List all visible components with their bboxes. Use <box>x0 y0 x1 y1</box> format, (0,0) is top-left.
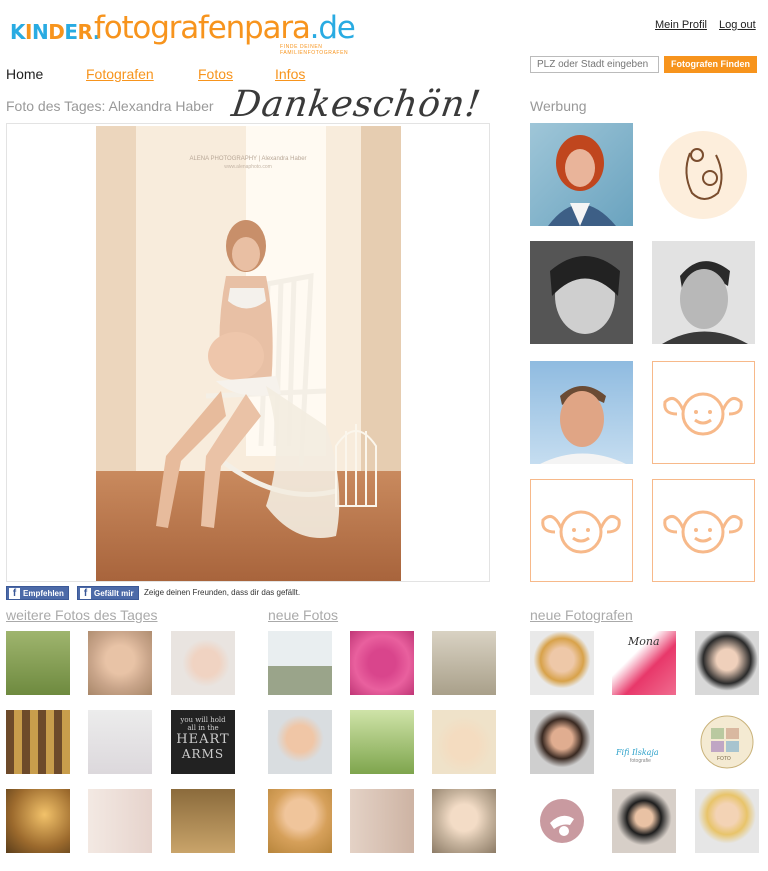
nav-home[interactable]: Home <box>6 66 43 82</box>
location-search-input[interactable] <box>530 56 659 73</box>
logo-letter: D <box>48 20 65 44</box>
photographer-thumb-woman-camera[interactable] <box>695 631 759 695</box>
logo-letter: E <box>64 20 78 44</box>
quote-line: you will hold <box>180 716 226 724</box>
stork-icon <box>540 799 584 843</box>
ad-placeholder-kid-logo[interactable] <box>652 361 755 464</box>
ad-placeholder-kid-logo[interactable] <box>652 479 755 582</box>
new-photographers-link[interactable]: neue Fotografen <box>530 607 633 623</box>
quote-line: all in the <box>187 724 219 732</box>
ads-title: Werbung <box>530 98 587 114</box>
photographer-thumb-fifi-logo[interactable]: Fifi Ilskaja fotografie <box>612 710 676 774</box>
logo-letter: R <box>77 20 93 44</box>
photographer-thumb-foto-collage[interactable]: FOTO <box>695 710 759 774</box>
photo-thumb-autumn-field[interactable] <box>6 789 70 853</box>
ad-bw-woman-portrait[interactable] <box>530 241 633 344</box>
watermark-line2: www.alenaphoto.com <box>224 164 272 170</box>
site-logo[interactable]: KINDER. fotografenpara.de FINDE DEINEN F… <box>10 10 380 56</box>
photo-thumb-girl-garden[interactable] <box>350 710 414 774</box>
photographer-thumb-blonde-woman[interactable] <box>530 631 594 695</box>
facebook-like-text: Zeige deinen Freunden, dass dir das gefä… <box>144 588 301 597</box>
ad-redhead-woman[interactable] <box>530 123 633 226</box>
kid-face-icon <box>663 510 743 554</box>
logo-domain-text: fotografenpara.de <box>94 10 356 46</box>
logo-letter: K <box>10 20 26 44</box>
nav-photographers[interactable]: Fotografen <box>86 66 154 82</box>
nav-info[interactable]: Infos <box>275 66 305 82</box>
ad-man-portrait[interactable] <box>530 361 633 464</box>
quote-line: ARMS <box>181 747 225 761</box>
photographer-thumb-blonde-camera[interactable] <box>695 789 759 853</box>
watermark-line1: ALENA PHOTOGRAPHY | Alexandra Haber <box>189 156 306 162</box>
photo-thumb-smiling-baby[interactable] <box>268 710 332 774</box>
facebook-icon: f <box>9 588 20 599</box>
photo-thumb-child-window[interactable] <box>6 710 70 774</box>
photo-thumb-baby-portrait[interactable] <box>171 631 235 695</box>
photo-thumb-girl-portrait[interactable] <box>432 789 496 853</box>
thanks-script-text: Dankeschön! <box>229 84 484 125</box>
my-profile-link[interactable]: Mein Profil <box>655 19 707 31</box>
photo-thumb-family-walk[interactable] <box>6 631 70 695</box>
ad-placeholder-kid-logo[interactable] <box>530 479 633 582</box>
facebook-like-button[interactable]: f Gefällt mir <box>77 586 139 600</box>
photo-thumb-child-hay[interactable] <box>171 789 235 853</box>
photo-thumb-pregnant-belly[interactable] <box>350 789 414 853</box>
photo-thumb-quote-heart-arms[interactable]: you will hold all in the HEART ARMS <box>171 710 235 774</box>
ad-bw-man-portrait[interactable] <box>652 241 755 344</box>
fifi-logo-text: Fifi Ilskaja <box>616 748 659 757</box>
nav-photos[interactable]: Fotos <box>198 66 233 82</box>
fifi-logo-subtext: fotografie <box>630 758 651 764</box>
logo-kinder-text: KINDER. <box>10 20 100 44</box>
kid-face-icon <box>541 510 621 554</box>
photo-thumb-pregnant-couple[interactable] <box>88 789 152 853</box>
quote-line: HEART <box>176 732 230 747</box>
photo-thumb-newborn-pink[interactable] <box>350 631 414 695</box>
photo-thumb-baby-basket[interactable] <box>88 710 152 774</box>
new-photos-link[interactable]: neue Fotos <box>268 607 338 623</box>
facebook-icon: f <box>80 588 91 599</box>
more-photos-of-day-link[interactable]: weitere Fotos des Tages <box>6 607 158 623</box>
photographer-thumb-stork-logo[interactable] <box>530 789 594 853</box>
logo-letter: N <box>31 20 49 44</box>
foto-logo-text: FOTO <box>717 756 731 762</box>
logo-tagline: FINDE DEINEN FAMILIENFOTOGRAFEN <box>280 44 349 56</box>
photo-thumb-newborn-cream[interactable] <box>432 710 496 774</box>
ad-mother-child-logo[interactable] <box>652 123 755 226</box>
photo-of-day-title: Foto des Tages: Alexandra Haber <box>6 98 214 114</box>
photo-thumb-group-family[interactable] <box>268 631 332 695</box>
photo-thumb-baby-hammock[interactable] <box>432 631 496 695</box>
photographer-thumb-woman-portrait[interactable] <box>530 710 594 774</box>
photo-of-day-image[interactable]: ALENA PHOTOGRAPHY | Alexandra Haber www.… <box>96 126 401 581</box>
photographer-thumb-mona-logo[interactable]: Mona <box>612 631 676 695</box>
photo-thumb-blonde-girl[interactable] <box>268 789 332 853</box>
logo-letter: I <box>25 20 32 44</box>
logout-link[interactable]: Log out <box>719 19 756 31</box>
kid-face-icon <box>663 392 743 436</box>
photo-thumb-sleeping-newborn[interactable] <box>88 631 152 695</box>
pregnant-woman-rocking-chair-photo: ALENA PHOTOGRAPHY | Alexandra Haber www.… <box>96 126 401 581</box>
find-photographers-button[interactable]: Fotografen Finden <box>664 56 757 73</box>
facebook-recommend-button[interactable]: f Empfehlen <box>6 586 69 600</box>
photographer-thumb-woman-hat[interactable] <box>612 789 676 853</box>
mona-logo-text: Mona <box>628 635 660 648</box>
